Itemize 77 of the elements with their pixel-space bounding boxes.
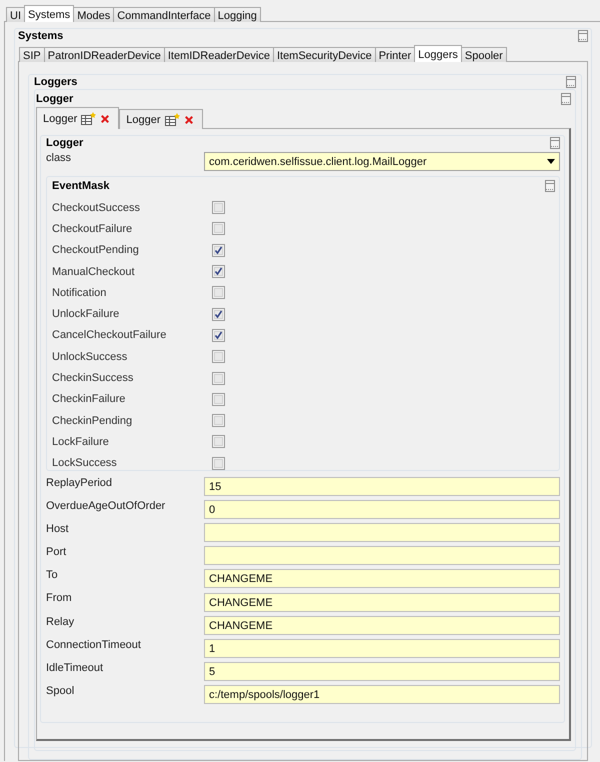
delete-icon[interactable] [184,114,194,124]
field-label: Relay [46,616,76,628]
tab[interactable]: Printer [374,47,416,62]
tab[interactable]: Logging [214,7,261,22]
input-field[interactable]: 5 [204,662,560,681]
checkbox-label: CheckoutSuccess [52,202,142,214]
field-label: ReplayPeriod [46,477,114,489]
field-label: ConnectionTimeout [46,638,142,651]
tab[interactable]: UI [6,7,25,22]
tab[interactable]: ItemIDReaderDevice [164,47,274,62]
checkbox-label: UnlockFailure [52,308,120,320]
caret-icon [547,159,555,164]
checkbox[interactable] [212,265,225,278]
table-icon[interactable] [81,112,96,125]
tab[interactable]: Spooler [460,47,507,62]
input-field[interactable]: CHANGEME [204,616,560,635]
group-title: Logger [46,137,84,149]
input-field[interactable] [204,546,560,566]
input-field[interactable]: c:/temp/spools/logger1 [204,684,560,704]
field-label: IdleTimeout [46,662,104,674]
collapse-icon[interactable] [550,137,560,149]
collapse-icon[interactable] [545,180,555,192]
group-title: Loggers [34,76,78,88]
tab[interactable]: Loggers [414,45,462,62]
field-label: OverdueAgeOutOfOrder [46,500,166,512]
delete-icon[interactable] [100,114,110,124]
input-field[interactable] [204,523,560,542]
collapse-icon[interactable] [566,76,576,88]
tab[interactable]: Systems [24,5,74,22]
field-label: class [46,152,72,164]
checkbox-label: UnlockSuccess [52,350,128,363]
checkbox[interactable] [212,435,225,448]
table-icon[interactable] [164,113,180,126]
field-label: Host [46,523,70,536]
checkbox[interactable] [212,392,225,406]
checkbox-label: LockSuccess [52,457,118,470]
checkbox-label: LockFailure [52,436,110,448]
tab[interactable]: CommandInterface [113,7,215,22]
tab[interactable]: SIP [19,47,45,62]
checkbox[interactable] [212,308,225,321]
input-field[interactable]: CHANGEME [204,569,560,588]
collapse-icon[interactable] [561,93,571,105]
checkbox[interactable] [212,414,225,428]
checkbox[interactable] [212,222,225,236]
field-label: To [46,569,59,582]
checkbox-label: Notification [52,286,108,299]
checkbox[interactable] [212,328,225,342]
field-label: From [46,592,73,604]
checkbox-label: CheckoutFailure [52,222,134,235]
tab[interactable]: Logger [36,107,120,129]
checkbox[interactable] [212,456,225,470]
tab[interactable]: ItemSecurityDevice [272,47,376,62]
tab[interactable]: PatronIDReaderDevice [44,47,165,62]
group-title: Logger [36,93,74,105]
checkbox[interactable] [212,244,225,257]
group-title: EventMask [52,180,110,192]
tab[interactable]: Logger [119,109,203,129]
class-dropdown[interactable]: com.ceridwen.selfissue.client.log.MailLogger [204,152,560,171]
checkbox[interactable] [212,201,225,214]
checkbox[interactable] [212,350,225,364]
checkbox-label: ManualCheckout [52,266,136,278]
checkbox[interactable] [212,286,225,300]
group-title: Systems [18,30,64,42]
collapse-icon[interactable] [578,30,588,42]
checkbox-label: CheckoutPending [52,244,140,256]
checkbox-label: CheckinSuccess [52,372,134,384]
field-label: Spool [46,684,76,697]
input-field[interactable]: 0 [204,500,560,520]
checkbox[interactable] [212,372,225,385]
input-field[interactable]: CHANGEME [204,592,560,612]
tab[interactable]: Modes [73,7,114,22]
checkbox-label: CheckinPending [52,414,134,427]
field-label: Port [46,546,68,558]
checkbox-label: CancelCheckoutFailure [52,329,168,342]
input-field[interactable]: 15 [204,477,560,496]
checkbox-label: CheckinFailure [52,393,126,406]
input-field[interactable]: 1 [204,638,560,658]
